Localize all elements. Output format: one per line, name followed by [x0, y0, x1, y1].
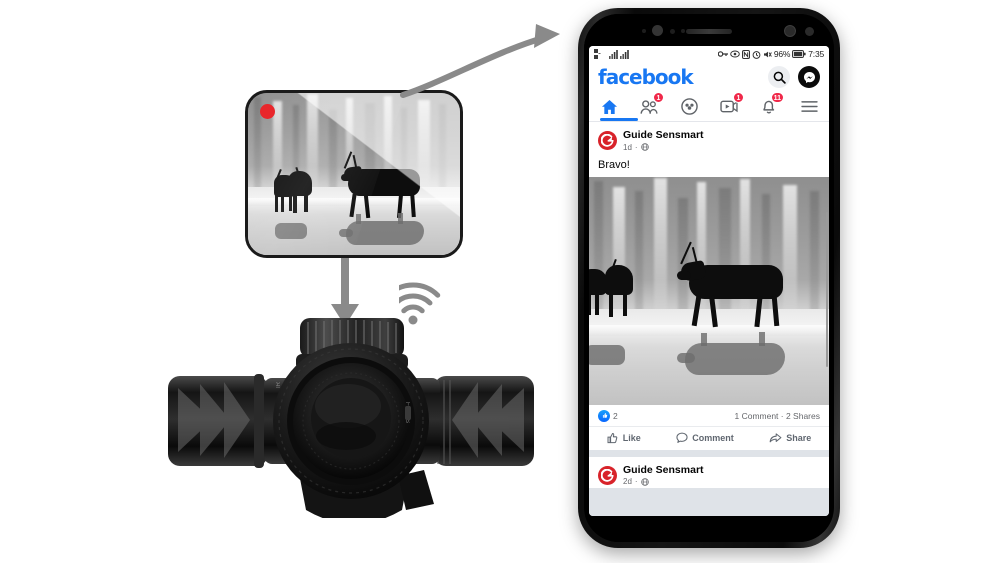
tab-notifications[interactable]: 11	[754, 91, 784, 120]
meta-dot: ·	[634, 142, 638, 152]
recording-dot-icon	[260, 104, 275, 119]
thermal-reflection-deer	[346, 221, 424, 245]
news-feed[interactable]: Guide Sensmart 1d · Bravo! 2 1 Comment ·…	[589, 122, 829, 516]
post-action-bar: Like Comment Share	[589, 425, 829, 450]
nfc-icon	[741, 49, 750, 59]
eye-icon	[730, 50, 740, 58]
guide-sensmart-logo-icon	[601, 134, 614, 147]
status-bar: 96% 7:35	[589, 46, 829, 62]
thermal-riflescope: IR FOCUS	[168, 318, 534, 518]
thermal-scene	[248, 93, 460, 255]
phone-screen-frame: 96% 7:35 facebook 1 1 11 Guide Sensmart …	[584, 14, 834, 542]
scene-root: IR FOCUS	[0, 0, 1000, 563]
like-reaction-icon	[598, 409, 610, 422]
active-tab-underline	[600, 118, 638, 121]
comments-shares-count[interactable]: 1 Comment · 2 Shares	[734, 411, 820, 421]
comment-label: Comment	[692, 432, 734, 443]
phone-bottom-bezel	[584, 516, 834, 542]
post-header: Guide Sensmart 1d ·	[589, 122, 829, 154]
comment-button[interactable]: Comment	[676, 432, 734, 444]
tab-menu[interactable]	[794, 94, 824, 120]
proximity-sensor-icon	[642, 29, 646, 33]
post-author-name[interactable]: Guide Sensmart	[623, 129, 704, 142]
post-header: Guide Sensmart 2d ·	[589, 457, 829, 489]
globe-icon	[640, 143, 649, 151]
post-thermal-scene	[589, 176, 829, 405]
avatar[interactable]	[598, 465, 617, 485]
facebook-wordmark[interactable]: facebook	[598, 65, 694, 89]
status-bar-right: 96% 7:35	[717, 49, 824, 59]
feed-post: Guide Sensmart 2d ·	[589, 456, 829, 489]
post-meta: 2d ·	[623, 477, 704, 486]
like-button[interactable]: Like	[607, 432, 641, 444]
post-author-block: Guide Sensmart 2d ·	[623, 464, 704, 486]
facebook-header: facebook	[589, 62, 829, 92]
share-button[interactable]: Share	[769, 432, 811, 444]
reaction-summary[interactable]: 2	[598, 409, 618, 422]
dual-sim-signal-icons	[594, 48, 601, 59]
header-icon-group	[768, 66, 820, 88]
share-arrow-icon	[769, 432, 782, 442]
post-text: Bravo!	[598, 158, 630, 171]
curved-arrow-to-phone-icon	[400, 24, 560, 98]
post-author-block: Guide Sensmart 1d ·	[623, 129, 704, 152]
tab-home[interactable]	[594, 94, 638, 121]
light-sensor-icon	[670, 29, 675, 34]
like-label: Like	[622, 432, 641, 443]
thermal-preview-card	[245, 90, 463, 258]
thermal-reflection-small	[275, 223, 307, 239]
battery-full-icon	[792, 50, 806, 58]
friends-badge: 1	[653, 91, 664, 103]
share-label: Share	[786, 432, 812, 443]
phone-top-bezel	[584, 14, 834, 48]
tab-friends[interactable]: 1	[634, 91, 664, 120]
battery-percent-label: 96%	[773, 49, 791, 59]
hamburger-menu-icon	[800, 101, 818, 112]
secondary-camera-icon	[805, 27, 814, 36]
globe-icon	[640, 477, 649, 486]
tab-watch[interactable]: 1	[714, 91, 744, 120]
post-meta: 1d ·	[623, 143, 704, 152]
mute-icon	[763, 51, 772, 57]
notifications-badge: 11	[770, 91, 784, 103]
home-icon	[601, 99, 617, 114]
feed-divider	[589, 449, 829, 457]
post-time: 1d	[623, 142, 632, 152]
tab-groups[interactable]	[674, 94, 704, 120]
groups-icon	[680, 98, 698, 115]
reaction-count: 2	[613, 410, 618, 421]
vpn-key-icon	[717, 51, 728, 57]
clock-label: 7:35	[808, 49, 824, 59]
feed-scrollbar[interactable]	[826, 212, 828, 367]
status-bar-left	[594, 48, 629, 60]
search-icon	[773, 71, 786, 84]
post-image[interactable]	[589, 176, 829, 405]
earpiece-speaker	[686, 29, 732, 34]
iris-scanner-icon	[784, 25, 796, 37]
messenger-button[interactable]	[798, 66, 820, 88]
meta-dot: ·	[634, 477, 638, 487]
post-author-name[interactable]: Guide Sensmart	[623, 464, 704, 477]
comment-bubble-icon	[676, 432, 688, 443]
signal-bars-sim1-icon	[609, 49, 618, 59]
facebook-tab-bar: 1 1 11	[589, 91, 829, 122]
guide-sensmart-logo-icon	[601, 468, 614, 482]
thumbs-up-icon	[607, 432, 618, 443]
aux-sensor-icon	[681, 29, 685, 33]
watch-badge: 1	[733, 91, 744, 103]
feed-post: Guide Sensmart 1d · Bravo! 2 1 Comment ·…	[589, 122, 829, 450]
engagement-counts: 2 1 Comment · 2 Shares	[589, 405, 829, 426]
phone-screen: 96% 7:35 facebook 1 1 11 Guide Sensmart …	[589, 46, 829, 516]
avatar[interactable]	[598, 131, 617, 151]
alarm-icon	[752, 50, 761, 59]
svg-text:IR: IR	[276, 381, 282, 388]
front-camera-icon	[652, 25, 663, 36]
messenger-icon	[803, 71, 815, 83]
signal-bars-sim2-icon	[620, 49, 629, 59]
smartphone-device: 96% 7:35 facebook 1 1 11 Guide Sensmart …	[578, 8, 840, 548]
post-time: 2d	[623, 477, 632, 487]
search-button[interactable]	[768, 66, 790, 88]
